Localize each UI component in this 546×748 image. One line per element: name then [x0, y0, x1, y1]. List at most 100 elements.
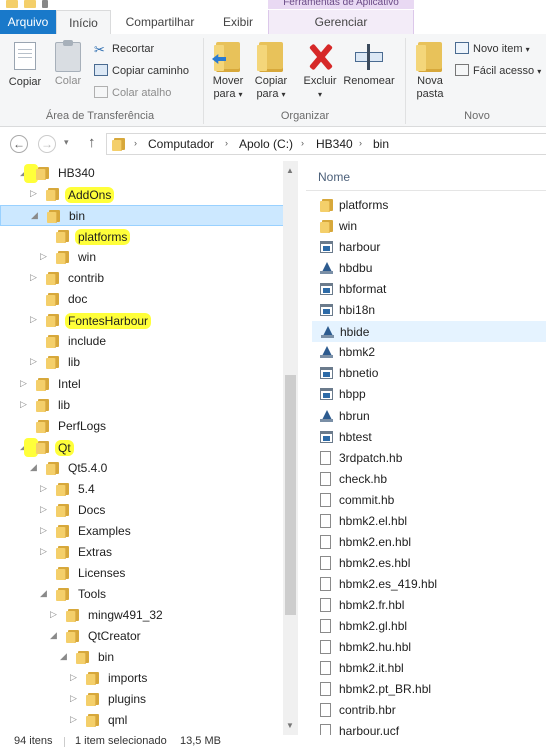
tree-expand-icon[interactable]: ▷	[30, 314, 37, 325]
tree-expand-icon[interactable]: ▷	[70, 714, 77, 725]
tree-item[interactable]: ▷ FontesHarbour	[0, 310, 284, 331]
file-row[interactable]: hbtest	[312, 427, 546, 448]
column-header-name[interactable]: Nome	[318, 170, 350, 184]
delete-button[interactable]: Excluir ▾	[300, 42, 340, 101]
tab-compartilhar[interactable]: Compartilhar	[116, 10, 204, 34]
file-row[interactable]: commit.hb	[312, 490, 546, 511]
move-to-button[interactable]: Mover para ▾	[208, 42, 248, 101]
tree-collapse-icon[interactable]: ◢	[31, 210, 38, 221]
tree-item[interactable]: ▷ mingw491_32	[0, 605, 284, 626]
tree-item[interactable]: ◢ bin	[0, 647, 284, 668]
chevron-right-icon[interactable]: ›	[134, 138, 137, 148]
tree-item[interactable]: ▷ Intel	[0, 374, 284, 395]
tree-expand-icon[interactable]: ▷	[50, 609, 57, 620]
tree-expand-icon[interactable]: ▷	[40, 525, 47, 536]
chevron-right-icon[interactable]: ›	[225, 138, 228, 148]
paste-button[interactable]: Colar	[50, 40, 86, 88]
file-row[interactable]: hbformat	[312, 279, 546, 300]
chevron-right-icon[interactable]: ›	[301, 138, 304, 148]
tree-expand-icon[interactable]: ▷	[40, 483, 47, 494]
recent-locations-chevron-icon[interactable]: ▾	[64, 137, 69, 148]
easy-access-button[interactable]: Fácil acesso ▾	[455, 62, 541, 80]
rename-button[interactable]: Renomear	[342, 42, 396, 88]
file-row[interactable]: hbmk2.gl.hbl	[312, 616, 546, 637]
tree-collapse-icon[interactable]: ◢	[50, 630, 57, 641]
scroll-down-icon[interactable]: ▼	[286, 721, 294, 730]
tree-item[interactable]: ▷ qml	[0, 710, 284, 731]
chevron-down-icon[interactable]	[42, 0, 48, 8]
tree-expand-icon[interactable]: ▷	[20, 378, 27, 389]
back-button[interactable]: ←	[10, 135, 28, 153]
file-row[interactable]: hbmk2.it.hbl	[312, 658, 546, 679]
tree-item[interactable]: ▷ 5.4	[0, 479, 284, 500]
breadcrumb-bin[interactable]: bin	[373, 137, 389, 151]
tab-inicio[interactable]: Início	[56, 10, 111, 35]
file-row[interactable]: hbmk2.el.hbl	[312, 511, 546, 532]
tree-item[interactable]: ▷ contrib	[0, 268, 284, 289]
tab-exibir[interactable]: Exibir	[210, 10, 266, 34]
up-arrow-icon[interactable]: ↑	[88, 134, 96, 151]
tree-item[interactable]: ▷ imports	[0, 668, 284, 689]
tree-expand-icon[interactable]: ▷	[40, 546, 47, 557]
tree-item[interactable]: ◢ Tools	[0, 584, 284, 605]
tree-expand-icon[interactable]: ▷	[30, 188, 37, 199]
file-row[interactable]: 3rdpatch.hb	[312, 448, 546, 469]
file-row[interactable]: hbmk2.en.hbl	[312, 532, 546, 553]
breadcrumb-computador[interactable]: Computador	[148, 137, 214, 151]
tree-item[interactable]: Licenses	[0, 563, 284, 584]
new-folder-button[interactable]: Nova pasta	[410, 42, 450, 101]
file-row[interactable]: check.hb	[312, 469, 546, 490]
file-row[interactable]: hbmk2.pt_BR.hbl	[312, 679, 546, 700]
forward-button[interactable]: →	[38, 135, 56, 153]
copy-to-button[interactable]: Copiar para ▾	[251, 42, 291, 101]
breadcrumb-apolo[interactable]: Apolo (C:)	[239, 137, 293, 151]
file-row[interactable]: hbi18n	[312, 300, 546, 321]
tree-item[interactable]: ▷ plugins	[0, 689, 284, 710]
tree-expand-icon[interactable]: ▷	[40, 251, 47, 262]
file-row[interactable]: harbour	[312, 237, 546, 258]
tree-item[interactable]: ◢ QtCreator	[0, 626, 284, 647]
chevron-right-icon[interactable]: ›	[359, 138, 362, 148]
new-item-button[interactable]: Novo item ▾	[455, 40, 530, 58]
tab-gerenciar[interactable]: Gerenciar	[268, 10, 414, 34]
file-row[interactable]: hbmk2.hu.hbl	[312, 637, 546, 658]
tree-scrollbar-thumb[interactable]	[285, 375, 296, 615]
tree-item[interactable]: include	[0, 331, 284, 352]
copy-button[interactable]: Copiar	[6, 42, 44, 89]
cut-button[interactable]: ✂ Recortar	[94, 40, 154, 58]
file-row[interactable]: hbrun	[312, 406, 546, 427]
folder-icon[interactable]	[6, 0, 18, 8]
tree-collapse-icon[interactable]: ◢	[30, 462, 37, 473]
tree-item[interactable]: ◢ Qt5.4.0	[0, 458, 284, 479]
tree-item[interactable]: PerfLogs	[0, 416, 284, 437]
file-row[interactable]: hbpp	[312, 384, 546, 405]
file-row[interactable]: win	[312, 216, 546, 237]
tab-arquivo[interactable]: Arquivo	[0, 10, 56, 34]
file-row[interactable]: hbmk2.fr.hbl	[312, 595, 546, 616]
file-row[interactable]: hbmk2.es_419.hbl	[312, 574, 546, 595]
tree-item[interactable]: ▷ win	[0, 247, 284, 268]
file-row[interactable]: hbdbu	[312, 258, 546, 279]
tree-expand-icon[interactable]: ▷	[20, 399, 27, 410]
file-row[interactable]: contrib.hbr	[312, 700, 546, 721]
tree-item[interactable]: ◢Qt	[0, 437, 284, 458]
tree-item[interactable]: ◢HB340	[0, 163, 284, 184]
file-row[interactable]: hbmk2	[312, 342, 546, 363]
breadcrumb-hb340[interactable]: HB340	[316, 137, 353, 151]
file-row[interactable]: hbnetio	[312, 363, 546, 384]
tree-item[interactable]: ▷ Extras	[0, 542, 284, 563]
file-row[interactable]: hbide	[312, 321, 546, 343]
tree-item[interactable]: platforms	[0, 226, 284, 247]
paste-shortcut-button[interactable]: Colar atalho	[94, 84, 171, 102]
folder-icon[interactable]	[24, 0, 36, 8]
tree-expand-icon[interactable]: ▷	[70, 672, 77, 683]
scroll-up-icon[interactable]: ▲	[286, 166, 294, 175]
tree-expand-icon[interactable]: ▷	[30, 356, 37, 367]
tree-collapse-icon[interactable]: ◢	[60, 651, 67, 662]
tree-item[interactable]: ▷ Docs	[0, 500, 284, 521]
copy-path-button[interactable]: Copiar caminho	[94, 62, 189, 80]
tree-item[interactable]: ▷ lib	[0, 395, 284, 416]
tree-item[interactable]: ▷ AddOns	[0, 184, 284, 205]
tree-item[interactable]: ▷ Examples	[0, 521, 284, 542]
file-row[interactable]: platforms	[312, 195, 546, 216]
